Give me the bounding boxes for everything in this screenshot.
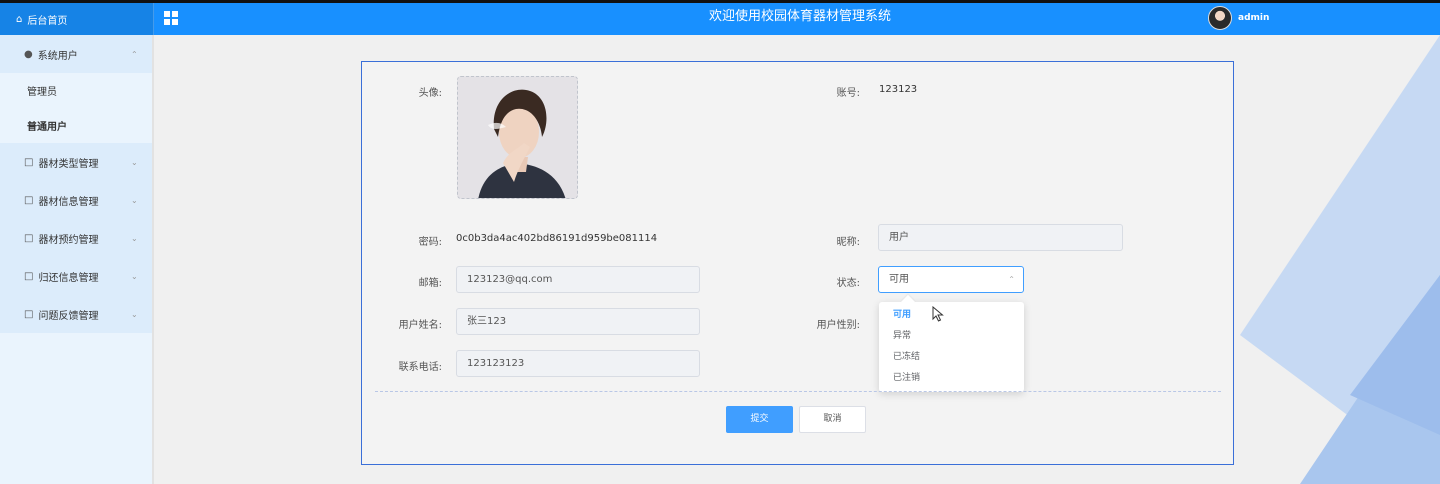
sidebar-item-system-users[interactable]: ● 系统用户 ⌃ [0, 35, 152, 73]
module-icon: □ [24, 156, 34, 168]
sidebar-group-system-users: ● 系统用户 ⌃ [0, 35, 152, 73]
status-label: 状态: [836, 278, 860, 289]
menu-toggle-grid-icon[interactable] [164, 11, 178, 25]
chevron-down-icon: ⌄ [131, 157, 138, 167]
user-icon: ● [24, 48, 33, 60]
sidebar-subitem-admins[interactable]: 管理员 [0, 73, 152, 108]
password-value: 0c0b3da4ac402bd86191d959be081114 [456, 233, 658, 244]
status-select[interactable]: 可用 ⌃ [878, 266, 1024, 293]
chevron-up-icon: ⌃ [131, 49, 138, 59]
gender-label: 用户性别: [816, 320, 860, 331]
sidebar-item-returns[interactable]: □ 归还信息管理 ⌄ [0, 257, 152, 295]
account-value: 123123 [879, 84, 918, 95]
user-avatar [1208, 6, 1232, 30]
email-input[interactable]: 123123@qq.com [456, 266, 700, 293]
home-link[interactable]: ⌂ 后台首页 [0, 3, 154, 35]
realname-label: 用户姓名: [398, 320, 442, 331]
phone-label: 联系电话: [398, 362, 442, 373]
user-name: admin [1238, 13, 1270, 23]
form-divider [375, 391, 1221, 392]
module-icon: □ [24, 308, 34, 320]
nickname-label: 昵称: [836, 237, 860, 248]
account-label: 账号: [836, 88, 860, 99]
chevron-down-icon: ⌄ [131, 271, 138, 281]
module-icon: □ [24, 232, 34, 244]
phone-input[interactable]: 123123123 [456, 350, 700, 377]
module-icon: □ [24, 270, 34, 282]
chevron-down-icon: ⌄ [131, 309, 138, 319]
chevron-up-icon: ⌃ [1008, 275, 1015, 284]
avatar-label: 头像: [418, 88, 442, 99]
status-option[interactable]: 已冻结 [879, 347, 1024, 368]
status-dropdown: 可用 异常 已冻结 已注销 [879, 302, 1024, 392]
sidebar-item-equipment-info[interactable]: □ 器材信息管理 ⌄ [0, 181, 152, 219]
password-label: 密码: [418, 237, 442, 248]
status-option[interactable]: 可用 [879, 305, 1024, 326]
sidebar-item-feedback[interactable]: □ 问题反馈管理 ⌄ [0, 295, 152, 333]
user-menu[interactable]: admin [1208, 6, 1269, 30]
sidebar-item-label: 器材信息管理 [38, 196, 99, 208]
sidebar-item-reservations[interactable]: □ 器材预约管理 ⌄ [0, 219, 152, 257]
sidebar-item-label: 器材类型管理 [38, 158, 99, 170]
status-option[interactable]: 已注销 [879, 368, 1024, 389]
cancel-button[interactable]: 取消 [799, 406, 866, 433]
nickname-input[interactable]: 用户 [878, 224, 1123, 251]
sidebar-subitem-users[interactable]: 普通用户 [0, 108, 152, 143]
background-decoration [1240, 35, 1440, 484]
mouse-cursor-icon [932, 306, 944, 322]
chevron-down-icon: ⌄ [131, 195, 138, 205]
top-header: ⌂ 后台首页 欢迎使用校园体育器材管理系统 admin [0, 3, 1440, 35]
sidebar-item-label: 器材预约管理 [38, 234, 99, 246]
email-label: 邮箱: [418, 278, 442, 289]
sidebar-item-label: 系统用户 [37, 50, 78, 62]
status-select-value: 可用 [889, 274, 909, 285]
realname-input[interactable]: 张三123 [456, 308, 700, 335]
module-icon: □ [24, 194, 34, 206]
sidebar-item-label: 问题反馈管理 [38, 310, 99, 322]
portrait-illustration [458, 77, 577, 198]
chevron-down-icon: ⌄ [131, 233, 138, 243]
home-icon: ⌂ [16, 13, 23, 25]
home-label: 后台首页 [27, 15, 68, 27]
sidebar-item-label: 归还信息管理 [38, 272, 99, 284]
avatar-image[interactable] [457, 76, 578, 199]
submit-button[interactable]: 提交 [726, 406, 793, 433]
sidebar: ● 系统用户 ⌃ 管理员 普通用户 □ 器材类型管理 ⌄ □ 器材信息管理 ⌄ … [0, 35, 154, 484]
sidebar-item-equipment-types[interactable]: □ 器材类型管理 ⌄ [0, 143, 152, 181]
user-edit-form: 头像: 账号: 123123 密码: 0c0b3da4ac402bd86191d… [361, 61, 1234, 465]
status-option[interactable]: 异常 [879, 326, 1024, 347]
